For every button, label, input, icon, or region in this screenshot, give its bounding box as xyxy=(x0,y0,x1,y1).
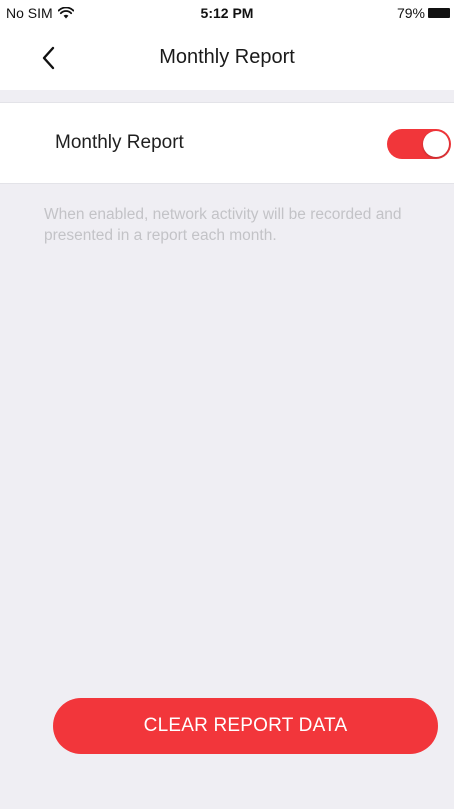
status-time: 5:12 PM xyxy=(200,5,254,21)
monthly-report-description: When enabled, network activity will be r… xyxy=(44,206,402,244)
clear-report-data-button[interactable]: CLEAR REPORT DATA xyxy=(53,698,438,754)
monthly-report-toggle[interactable] xyxy=(387,129,451,159)
status-right: 79% xyxy=(397,5,450,21)
monthly-report-row: Monthly Report xyxy=(0,102,454,184)
status-bar: No SIM 5:12 PM 79% xyxy=(0,0,454,26)
page-title: Monthly Report xyxy=(159,46,295,68)
monthly-report-label: Monthly Report xyxy=(55,132,184,153)
battery-percent: 79% xyxy=(396,5,425,21)
toggle-knob xyxy=(423,131,449,157)
navigation-bar: Monthly Report xyxy=(0,26,454,90)
battery-icon xyxy=(428,8,450,18)
